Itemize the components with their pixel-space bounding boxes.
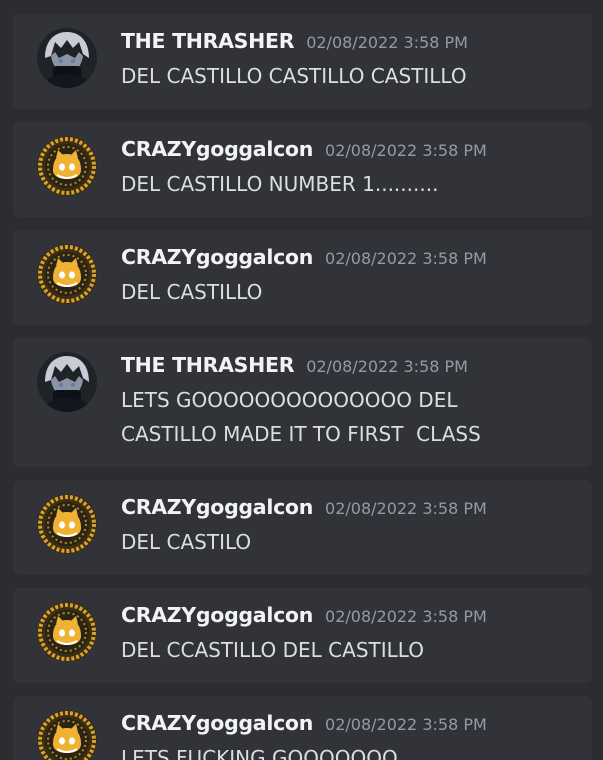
message-line: DEL CASTILLO bbox=[121, 280, 263, 304]
message-header: CRAZYgoggalcon 02/08/2022 3:58 PM bbox=[121, 245, 576, 273]
message-content: DEL CASTILLO CASTILLO CASTILLO bbox=[121, 59, 576, 93]
message-line: LETS FUCKING GOOOOOOO bbox=[121, 746, 398, 760]
message-card[interactable]: CRAZYgoggalcon 02/08/2022 3:58 PM DEL CA… bbox=[13, 122, 592, 217]
timestamp: 02/08/2022 3:58 PM bbox=[325, 607, 487, 626]
username[interactable]: CRAZYgoggalcon bbox=[121, 495, 313, 519]
message-card[interactable]: CRAZYgoggalcon 02/08/2022 3:58 PM DEL CC… bbox=[13, 588, 592, 683]
message-card[interactable]: CRAZYgoggalcon 02/08/2022 3:58 PM LETS F… bbox=[13, 696, 592, 760]
message-header: THE THRASHER 02/08/2022 3:58 PM bbox=[121, 353, 576, 381]
anime-character-avatar[interactable] bbox=[37, 28, 97, 88]
yellow-discord-avatar[interactable] bbox=[37, 710, 97, 760]
timestamp: 02/08/2022 3:58 PM bbox=[325, 249, 487, 268]
message-line: DEL CASTILLO CASTILLO CASTILLO bbox=[121, 64, 467, 88]
message-line: DEL CCASTILLO DEL CASTILLO bbox=[121, 638, 424, 662]
message-content: DEL CASTILO bbox=[121, 525, 576, 559]
yellow-discord-avatar[interactable] bbox=[37, 244, 97, 304]
timestamp: 02/08/2022 3:58 PM bbox=[325, 141, 487, 160]
message-card[interactable]: THE THRASHER 02/08/2022 3:58 PM DEL CAST… bbox=[13, 14, 592, 109]
message-line: CASTILLO MADE IT TO FIRST CLASS bbox=[121, 422, 481, 446]
username[interactable]: THE THRASHER bbox=[121, 353, 294, 377]
message-content: DEL CASTILLO bbox=[121, 275, 576, 309]
message-card[interactable]: THE THRASHER 02/08/2022 3:58 PM LETS GOO… bbox=[13, 338, 592, 467]
message-content: LETS FUCKING GOOOOOOO bbox=[121, 741, 576, 760]
message-content: DEL CASTILLO NUMBER 1.......... bbox=[121, 167, 576, 201]
username[interactable]: CRAZYgoggalcon bbox=[121, 603, 313, 627]
message-content: DEL CCASTILLO DEL CASTILLO bbox=[121, 633, 576, 667]
message-header: THE THRASHER 02/08/2022 3:58 PM bbox=[121, 29, 576, 57]
yellow-discord-avatar[interactable] bbox=[37, 602, 97, 662]
username[interactable]: CRAZYgoggalcon bbox=[121, 711, 313, 735]
anime-character-avatar[interactable] bbox=[37, 352, 97, 412]
message-line: LETS GOOOOOOOOOOOOOO DEL bbox=[121, 388, 458, 412]
message-feed: THE THRASHER 02/08/2022 3:58 PM DEL CAST… bbox=[0, 0, 603, 760]
message-line: DEL CASTILLO NUMBER 1.......... bbox=[121, 172, 439, 196]
message-header: CRAZYgoggalcon 02/08/2022 3:58 PM bbox=[121, 495, 576, 523]
username[interactable]: CRAZYgoggalcon bbox=[121, 245, 313, 269]
yellow-discord-avatar[interactable] bbox=[37, 136, 97, 196]
timestamp: 02/08/2022 3:58 PM bbox=[306, 357, 468, 376]
message-content: LETS GOOOOOOOOOOOOOO DEL CASTILLO MADE IT… bbox=[121, 383, 576, 451]
timestamp: 02/08/2022 3:58 PM bbox=[325, 715, 487, 734]
message-card[interactable]: CRAZYgoggalcon 02/08/2022 3:58 PM DEL CA… bbox=[13, 480, 592, 575]
timestamp: 02/08/2022 3:58 PM bbox=[325, 499, 487, 518]
username[interactable]: THE THRASHER bbox=[121, 29, 294, 53]
message-card[interactable]: CRAZYgoggalcon 02/08/2022 3:58 PM DEL CA… bbox=[13, 230, 592, 325]
message-header: CRAZYgoggalcon 02/08/2022 3:58 PM bbox=[121, 603, 576, 631]
username[interactable]: CRAZYgoggalcon bbox=[121, 137, 313, 161]
timestamp: 02/08/2022 3:58 PM bbox=[306, 33, 468, 52]
yellow-discord-avatar[interactable] bbox=[37, 494, 97, 554]
message-line: DEL CASTILO bbox=[121, 530, 252, 554]
message-header: CRAZYgoggalcon 02/08/2022 3:58 PM bbox=[121, 137, 576, 165]
message-header: CRAZYgoggalcon 02/08/2022 3:58 PM bbox=[121, 711, 576, 739]
